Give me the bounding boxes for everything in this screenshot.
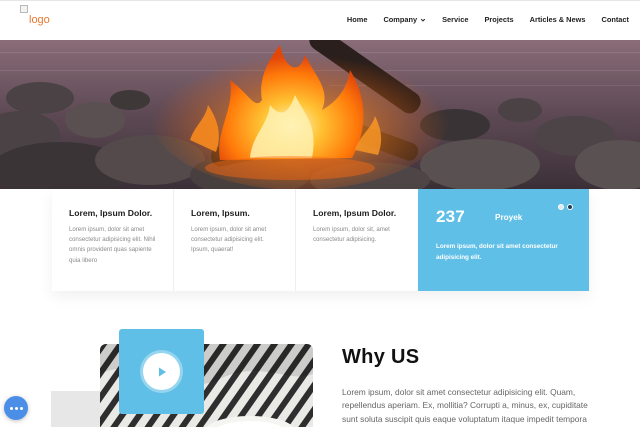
nav-service-label: Service — [442, 15, 469, 24]
nav-contact-label: Contact — [601, 15, 629, 24]
site-header: logo Home Company Service Projects Artic… — [0, 0, 640, 40]
dot-icon — [9, 406, 13, 410]
nav-articles-label: Articles & News — [529, 15, 586, 24]
feature-card-title: Lorem, Ipsum Dolor. — [313, 208, 397, 218]
feature-card-text: Lorem ipsum, dolor sit amet consectetur … — [191, 226, 267, 254]
hero-image — [0, 40, 640, 189]
nav-projects-label: Projects — [484, 15, 514, 24]
stat-label: Proyek — [495, 213, 523, 222]
logo[interactable]: logo — [20, 4, 50, 26]
chevron-down-icon — [420, 18, 426, 22]
nav-home-label: Home — [346, 15, 368, 24]
feature-card-text: Lorem ipsum, dolor sit, amet consectetur… — [313, 226, 390, 244]
nav-contact[interactable]: Contact — [601, 15, 629, 24]
nav-home[interactable]: Home — [347, 15, 368, 24]
feature-card: Lorem, Ipsum Dolor. Lorem ipsum, dolor s… — [296, 189, 418, 291]
campfire-illustration — [0, 40, 640, 189]
play-video-button[interactable] — [119, 329, 204, 414]
nav-projects[interactable]: Projects — [484, 15, 513, 24]
dot-icon — [14, 406, 18, 410]
stat-card: 237 Proyek Lorem ipsum, dolor sit amet c… — [418, 189, 589, 291]
feature-card: Lorem, Ipsum Dolor. Lorem ipsum, dolor s… — [52, 189, 174, 291]
logo-alt-text: logo — [29, 14, 50, 26]
main-nav: Home Company Service Projects Articles &… — [347, 15, 629, 24]
stat-text: Lorem ipsum, dolor sit amet consectetur … — [436, 243, 558, 261]
play-icon — [158, 367, 166, 376]
nav-company-label: Company — [383, 15, 418, 24]
section-text: Lorem ipsum, dolor sit amet consectetur … — [342, 387, 588, 424]
decorative-block — [51, 391, 101, 427]
feature-card: Lorem, Ipsum. Lorem ipsum, dolor sit ame… — [174, 189, 296, 291]
play-button-circle — [143, 353, 180, 390]
feature-card-title: Lorem, Ipsum Dolor. — [69, 208, 153, 218]
carousel-dot-active[interactable] — [567, 204, 573, 210]
nav-company[interactable]: Company — [383, 15, 426, 24]
stat-number: 237 — [436, 207, 465, 226]
broken-image-icon — [20, 5, 28, 13]
feature-cards: Lorem, Ipsum Dolor. Lorem ipsum, dolor s… — [52, 189, 589, 291]
carousel-dots — [558, 204, 573, 210]
feature-card-text: Lorem ipsum, dolor sit amet consectetur … — [69, 226, 156, 264]
nav-service[interactable]: Service — [442, 15, 468, 24]
carousel-dot[interactable] — [558, 204, 564, 210]
section-title: Why US — [342, 346, 420, 368]
dot-icon — [19, 406, 23, 410]
more-dots-button[interactable] — [4, 396, 28, 420]
nav-articles-news[interactable]: Articles & News — [530, 15, 586, 24]
feature-card-title: Lorem, Ipsum. — [191, 208, 250, 218]
